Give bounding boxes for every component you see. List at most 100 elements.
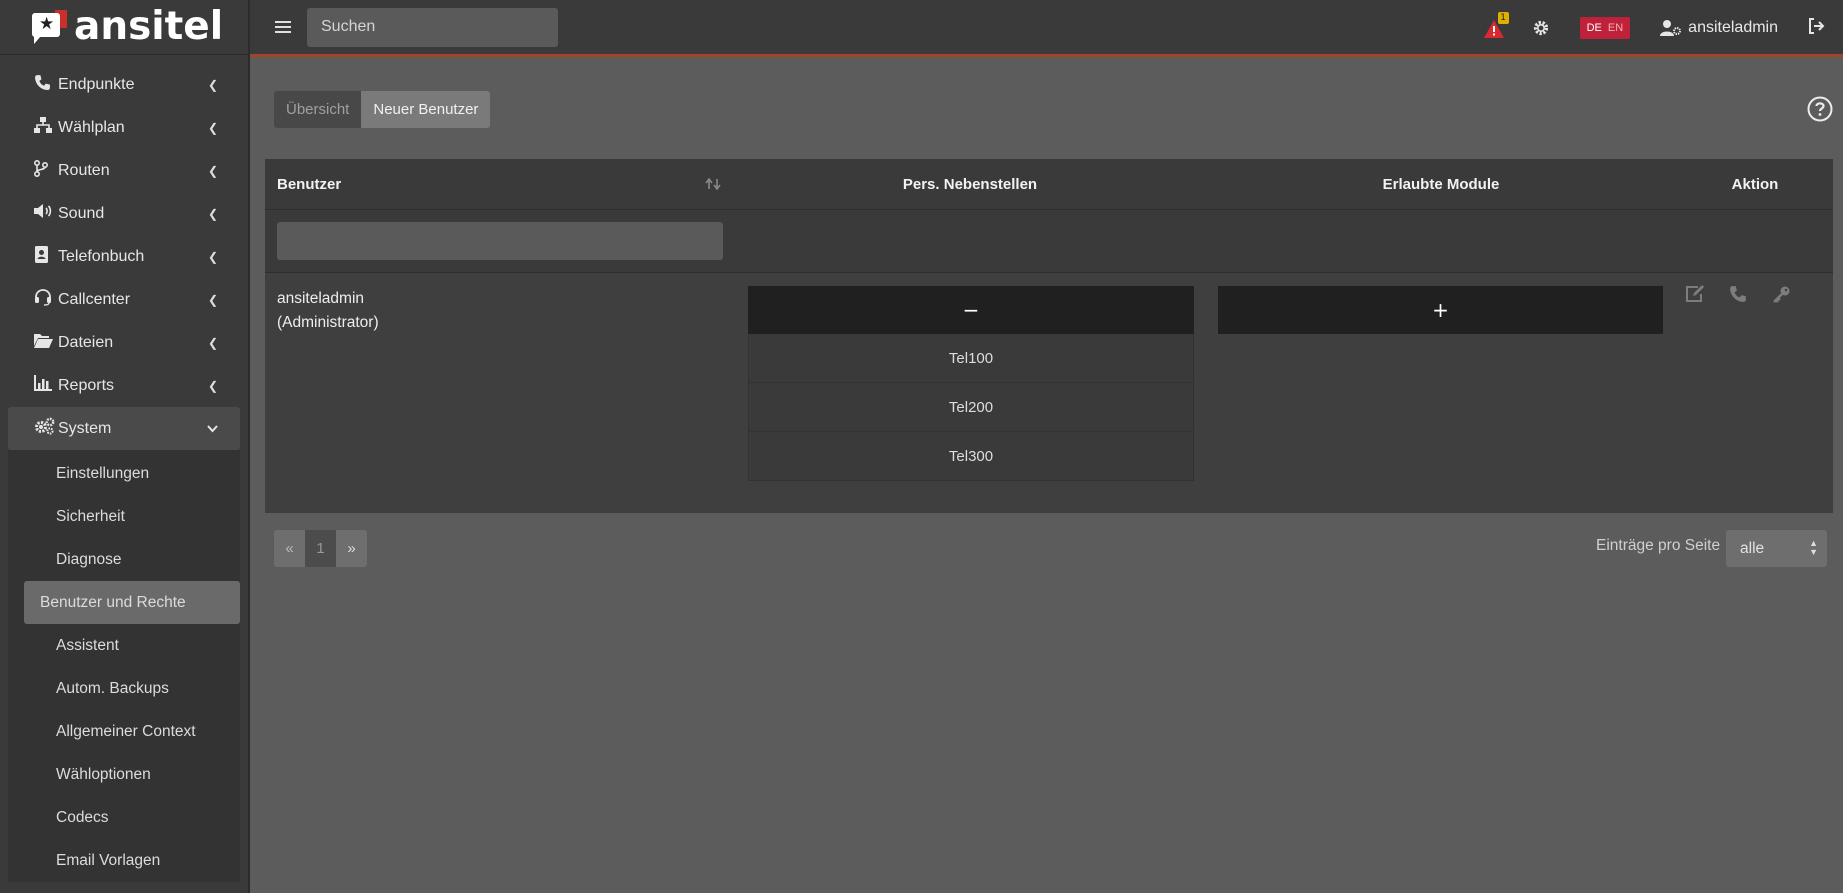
chevron-left-icon: ❮ — [207, 378, 218, 393]
language-switch[interactable]: DE EN — [1579, 16, 1631, 39]
table-header: Benutzer Pers. Nebenstellen Erlaubte Mod… — [265, 159, 1833, 210]
permissions-button[interactable] — [1773, 285, 1795, 307]
pagination-prev[interactable]: « — [274, 530, 305, 567]
sidebar-item-telefonbuch[interactable]: Telefonbuch ❮ — [8, 235, 240, 278]
main-content: Übersicht Neuer Benutzer Benutzer Pers. … — [250, 57, 1843, 893]
submenu-item-einstellungen[interactable]: Einstellungen — [24, 452, 240, 495]
topbar-right: 1 DE EN ansiteladmin — [1483, 0, 1843, 55]
extension-item[interactable]: Tel300 — [748, 432, 1194, 481]
system-submenu: Einstellungen Sicherheit Diagnose Benutz… — [8, 450, 240, 882]
table-row: ansiteladmin (Administrator) − Tel100 Te… — [265, 273, 1833, 512]
sidebar-item-routen[interactable]: Routen ❮ — [8, 149, 240, 192]
alert-count-badge: 1 — [1497, 11, 1509, 24]
col-header-label: Benutzer — [277, 175, 342, 193]
sidebar-item-label: Routen — [58, 161, 110, 179]
brand-name: ansitel — [74, 4, 224, 49]
headset-icon — [34, 288, 58, 311]
route-icon — [33, 159, 58, 182]
sidebar-nav: Endpunkte ❮ Wählplan ❮ Routen ❮ Sound ❮ … — [0, 55, 248, 450]
modules-expand-button[interactable]: + — [1218, 286, 1663, 334]
user-filter-input[interactable] — [277, 222, 723, 260]
chevron-left-icon: ❮ — [207, 77, 218, 92]
sidebar-item-label: System — [58, 419, 112, 437]
sidebar-item-label: Callcenter — [58, 290, 131, 308]
edit-button[interactable] — [1685, 285, 1707, 307]
col-header-benutzer[interactable]: Benutzer — [265, 176, 735, 193]
phone-icon — [34, 74, 58, 96]
lang-en[interactable]: EN — [1605, 22, 1626, 34]
chevron-left-icon: ❮ — [207, 163, 218, 178]
chevron-left-icon: ❮ — [207, 335, 218, 350]
user-cog-icon — [1660, 20, 1682, 36]
chevron-left-icon: ❮ — [207, 206, 218, 221]
call-button[interactable] — [1729, 285, 1751, 307]
tab-new-user[interactable]: Neuer Benutzer — [361, 91, 491, 128]
sidebar-item-label: Sound — [58, 204, 105, 222]
hamburger-menu-icon[interactable] — [275, 15, 295, 39]
sidebar-item-reports[interactable]: Reports ❮ — [8, 364, 240, 407]
pagination-next[interactable]: » — [336, 530, 367, 567]
submenu-item-autom-backups[interactable]: Autom. Backups — [24, 667, 240, 710]
sign-out-icon — [1809, 17, 1825, 34]
volume-icon — [34, 203, 58, 224]
tab-overview[interactable]: Übersicht — [274, 91, 362, 128]
user-menu[interactable]: ansiteladmin — [1660, 19, 1778, 37]
select-arrows-icon: ▲ ▼ — [1809, 538, 1818, 557]
logo-icon: ★ — [30, 10, 70, 44]
sitemap-icon — [34, 117, 58, 138]
key-icon — [1773, 286, 1790, 303]
edit-icon — [1686, 285, 1704, 302]
view-tabs: Übersicht Neuer Benutzer — [274, 91, 491, 128]
pagination-page[interactable]: 1 — [305, 530, 336, 567]
extension-item[interactable]: Tel100 — [748, 334, 1194, 383]
per-page-value: alle — [1740, 539, 1765, 557]
chevron-left-icon: ❮ — [207, 120, 218, 135]
submenu-item-assistent[interactable]: Assistent — [24, 624, 240, 667]
question-circle-icon — [1807, 96, 1833, 122]
submenu-item-benutzer-und-rechte[interactable]: Benutzer und Rechte — [24, 581, 240, 624]
pagination: « 1 » — [274, 530, 367, 567]
sidebar-item-waehlplan[interactable]: Wählplan ❮ — [8, 106, 240, 149]
extensions-panel: − Tel100 Tel200 Tel300 — [748, 286, 1194, 481]
users-table: Benutzer Pers. Nebenstellen Erlaubte Mod… — [265, 159, 1833, 513]
submenu-item-email-vorlagen[interactable]: Email Vorlagen — [24, 839, 240, 882]
sidebar-item-label: Reports — [58, 376, 115, 394]
chart-icon — [34, 375, 58, 396]
chevron-down-icon — [207, 422, 218, 436]
cogs-icon — [34, 417, 58, 440]
per-page-label: Einträge pro Seite — [1596, 537, 1721, 554]
submenu-item-waehloptionen[interactable]: Wähloptionen — [24, 753, 240, 796]
per-page-select[interactable]: alle ▲ ▼ — [1726, 530, 1827, 567]
gear-icon — [1533, 20, 1548, 35]
search-input[interactable] — [307, 7, 558, 47]
sort-icon — [705, 178, 721, 190]
submenu-item-sicherheit[interactable]: Sicherheit — [24, 495, 240, 538]
sidebar-item-sound[interactable]: Sound ❮ — [8, 192, 240, 235]
submenu-item-codecs[interactable]: Codecs — [24, 796, 240, 839]
extension-item[interactable]: Tel200 — [748, 383, 1194, 432]
settings-button[interactable] — [1532, 17, 1554, 39]
user-cell: ansiteladmin (Administrator) — [277, 287, 379, 335]
extensions-collapse-button[interactable]: − — [748, 286, 1194, 334]
phone-icon — [1730, 286, 1746, 302]
col-header-erlaubte-module: Erlaubte Module — [1382, 175, 1500, 193]
user-role: (Administrator) — [277, 314, 379, 331]
col-header-aktion: Aktion — [1731, 175, 1779, 193]
lang-de[interactable]: DE — [1584, 22, 1605, 34]
sidebar-item-dateien[interactable]: Dateien ❮ — [8, 321, 240, 364]
sidebar-item-label: Endpunkte — [58, 75, 135, 93]
col-header-pers-nebenstellen: Pers. Nebenstellen — [902, 175, 1038, 193]
logout-button[interactable] — [1808, 17, 1825, 38]
sidebar-item-label: Wählplan — [58, 118, 125, 136]
sidebar-item-system[interactable]: System — [8, 407, 240, 450]
brand-logo[interactable]: ★ ansitel — [0, 0, 248, 55]
chevron-left-icon: ❮ — [207, 249, 218, 264]
help-button[interactable] — [1807, 96, 1833, 122]
submenu-item-allgemeiner-context[interactable]: Allgemeiner Context — [24, 710, 240, 753]
submenu-item-diagnose[interactable]: Diagnose — [24, 538, 240, 581]
alerts-button[interactable]: 1 — [1483, 11, 1509, 40]
user-name: ansiteladmin — [277, 290, 365, 307]
sidebar-item-endpunkte[interactable]: Endpunkte ❮ — [8, 63, 240, 106]
sidebar-item-callcenter[interactable]: Callcenter ❮ — [8, 278, 240, 321]
sidebar-item-label: Dateien — [58, 333, 114, 351]
